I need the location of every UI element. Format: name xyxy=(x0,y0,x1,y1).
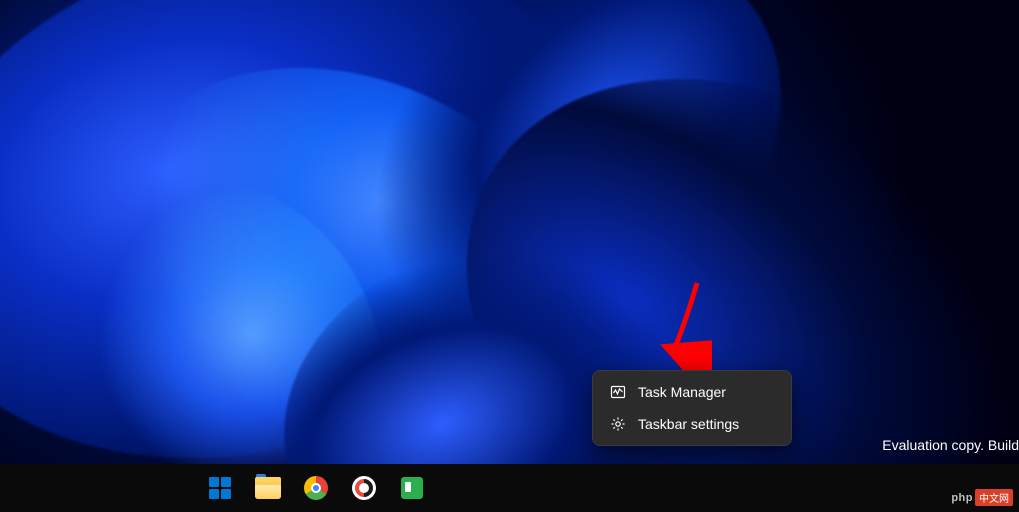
performance-icon xyxy=(610,384,626,400)
green-app-icon xyxy=(401,477,423,499)
annotation-arrow xyxy=(652,278,712,378)
menu-item-label: Taskbar settings xyxy=(638,416,739,432)
file-explorer-icon xyxy=(255,477,281,499)
opera-icon xyxy=(352,476,376,500)
taskbar-app-opera[interactable] xyxy=(344,468,384,508)
taskbar-app-green[interactable] xyxy=(392,468,432,508)
taskbar-app-chrome[interactable] xyxy=(296,468,336,508)
desktop[interactable]: Task Manager Taskbar settings Evaluation… xyxy=(0,0,1019,512)
start-button[interactable] xyxy=(200,468,240,508)
windows-logo-icon xyxy=(209,477,231,499)
taskbar-app-file-explorer[interactable] xyxy=(248,468,288,508)
taskbar[interactable] xyxy=(0,464,1019,512)
taskbar-context-menu: Task Manager Taskbar settings xyxy=(592,370,792,446)
php-watermark-badge: php 中文网 xyxy=(951,489,1013,506)
evaluation-watermark: Evaluation copy. Build xyxy=(882,436,1019,454)
wallpaper xyxy=(0,0,1019,464)
menu-item-task-manager[interactable]: Task Manager xyxy=(598,376,786,408)
menu-item-label: Task Manager xyxy=(638,384,726,400)
chrome-icon xyxy=(304,476,328,500)
gear-icon xyxy=(610,416,626,432)
menu-item-taskbar-settings[interactable]: Taskbar settings xyxy=(598,408,786,440)
